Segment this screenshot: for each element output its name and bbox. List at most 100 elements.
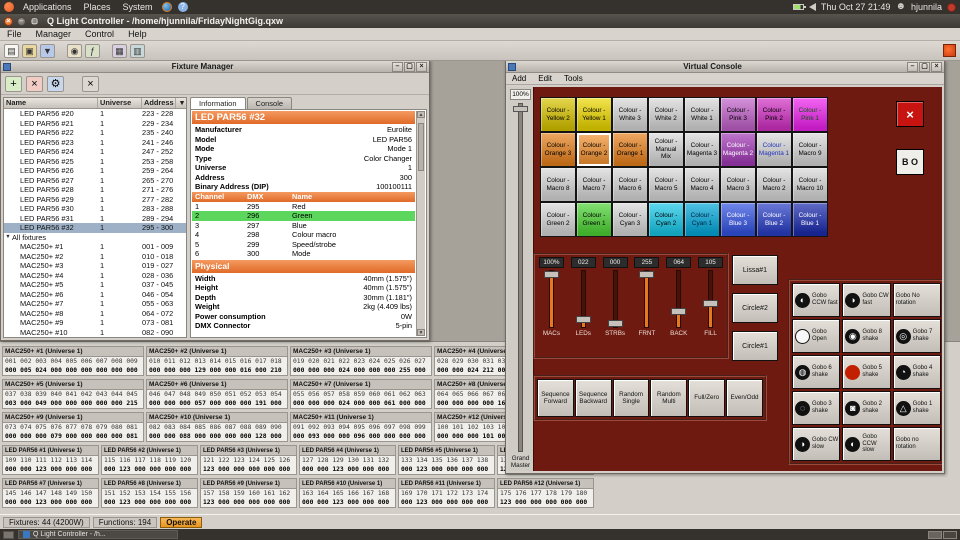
blackout-button[interactable]: B O <box>896 149 924 175</box>
vc-colour-button[interactable]: Colour - Magenta 3 <box>684 132 720 167</box>
column-address[interactable]: Address <box>142 98 176 108</box>
add-fixture-icon[interactable]: + <box>5 76 22 92</box>
fixture-row[interactable]: LED PAR56 #321295 - 300 <box>4 223 186 233</box>
fader-track[interactable] <box>581 270 586 328</box>
fixture-row[interactable]: MAC250+ #31019 - 027 <box>4 261 186 271</box>
vc-colour-button[interactable]: Colour - Blue 3 <box>720 202 756 237</box>
panic-button[interactable]: × <box>896 101 924 127</box>
user-icon[interactable]: ☻ <box>895 2 906 12</box>
vc-colour-button[interactable]: Colour - Macro 4 <box>684 167 720 202</box>
info-scrollbar[interactable]: ▲ ▼ <box>416 111 425 336</box>
vc-colour-button[interactable]: Colour - Manual Mix <box>648 132 684 167</box>
menu-help[interactable]: Help <box>121 29 154 39</box>
gobo-button[interactable]: ◑Gobo CW fast <box>842 283 890 317</box>
monitor-icon[interactable]: ▥ <box>130 44 145 58</box>
fixture-row[interactable]: LED PAR56 #281271 - 276 <box>4 185 186 195</box>
fader-track[interactable] <box>549 270 554 328</box>
gobo-button[interactable]: ◔Gobo 4 shake <box>893 355 941 389</box>
grand-master-handle[interactable] <box>513 106 528 112</box>
fixture-row[interactable]: LED PAR56 #201223 - 228 <box>4 109 186 119</box>
fixture-row[interactable]: MAC250+ #71055 - 063 <box>4 299 186 309</box>
vc-colour-button[interactable]: Colour - Cyan 3 <box>612 202 648 237</box>
fixture-row[interactable]: LED PAR56 #311289 - 294 <box>4 214 186 224</box>
cue-button-circle-2[interactable]: Circle#2 <box>732 293 778 323</box>
fader-handle[interactable] <box>544 271 559 278</box>
vc-colour-button[interactable]: Colour - Orange 1 <box>612 132 648 167</box>
fixtures-icon[interactable]: ◉ <box>67 44 82 58</box>
sequence-button-full-zero[interactable]: Full/Zero <box>688 379 725 417</box>
cue-button-lissa-1[interactable]: Lissa#1 <box>732 255 778 285</box>
menu-control[interactable]: Control <box>78 29 121 39</box>
vc-close-button[interactable]: × <box>931 62 942 72</box>
fixture-row[interactable]: MAC250+ #61046 - 054 <box>4 290 186 300</box>
fixture-manager-titlebar[interactable]: Fixture Manager – ▢ × <box>1 61 429 73</box>
vc-minimize-button[interactable]: – <box>907 62 918 72</box>
volume-icon[interactable] <box>809 3 816 11</box>
fixture-row[interactable]: LED PAR56 #221235 - 240 <box>4 128 186 138</box>
window-maximize-button[interactable]: ▢ <box>30 17 39 26</box>
tree-header-menu-button[interactable]: ▾ <box>176 98 186 108</box>
vc-colour-button[interactable]: Colour - White 1 <box>684 97 720 132</box>
vc-colour-button[interactable]: Colour - Macro 7 <box>576 167 612 202</box>
clock[interactable]: Thu Oct 27 21:49 <box>821 2 891 12</box>
scroll-up-icon[interactable]: ▲ <box>417 111 425 118</box>
fixture-row[interactable]: MAC250+ #81064 - 072 <box>4 309 186 319</box>
gobo-button[interactable]: Gobo no rotation <box>893 427 941 461</box>
fixture-row[interactable]: MAC250+ #11001 - 009 <box>4 242 186 252</box>
menu-manager[interactable]: Manager <box>29 29 79 39</box>
gobo-button[interactable]: ◌Gobo 3 shake <box>792 391 840 425</box>
scroll-down-icon[interactable]: ▼ <box>417 329 425 336</box>
fixture-row[interactable]: LED PAR56 #261259 - 264 <box>4 166 186 176</box>
fader-handle[interactable] <box>608 320 623 327</box>
system-menu[interactable]: System <box>120 2 156 12</box>
vc-colour-button[interactable]: Colour - Cyan 1 <box>684 202 720 237</box>
grand-master-slider[interactable] <box>518 103 523 452</box>
places-menu[interactable]: Places <box>81 2 114 12</box>
gobo-button[interactable]: ◑Gobo CW slow <box>792 427 840 461</box>
fixture-row[interactable]: LED PAR56 #291277 - 282 <box>4 195 186 205</box>
fader-handle[interactable] <box>671 308 686 315</box>
vc-colour-button[interactable]: Colour - Macro 2 <box>756 167 792 202</box>
fader-track[interactable] <box>708 270 713 328</box>
fixture-row[interactable]: MAC250+ #91073 - 081 <box>4 318 186 328</box>
username[interactable]: hjunnila <box>911 2 942 12</box>
column-name[interactable]: Name <box>4 98 98 108</box>
gobo-button[interactable]: Gobo No rotation <box>893 283 941 317</box>
vc-menu-edit[interactable]: Edit <box>532 74 558 83</box>
sequence-button-sequence-backward[interactable]: Sequence Backward <box>575 379 612 417</box>
fixture-row[interactable]: LED PAR56 #301283 - 288 <box>4 204 186 214</box>
gobo-button[interactable]: ◐Gobo CCW slow <box>842 427 890 461</box>
gobo-button[interactable]: △Gobo 1 shake <box>893 391 941 425</box>
gobo-button[interactable]: Gobo 5 shake <box>842 355 890 389</box>
workspace-1[interactable] <box>928 531 942 539</box>
sequence-button-sequence-forward[interactable]: Sequence Forward <box>537 379 574 417</box>
vc-colour-button[interactable]: Colour - Blue 1 <box>792 202 828 237</box>
vc-colour-button[interactable]: Colour - Pink 3 <box>720 97 756 132</box>
new-document-icon[interactable]: ▤ <box>4 44 19 58</box>
gobo-button[interactable]: ◎Gobo 7 shake <box>893 319 941 353</box>
distro-logo-icon[interactable] <box>4 2 14 12</box>
tab-console[interactable]: Console <box>247 97 293 109</box>
scrollbar-thumb[interactable] <box>418 123 424 171</box>
vc-colour-button[interactable]: Colour - Pink 1 <box>792 97 828 132</box>
tab-information[interactable]: Information <box>190 97 246 109</box>
vc-colour-button[interactable]: Colour - Orange 2 <box>576 132 612 167</box>
fixture-row[interactable]: LED PAR56 #231241 - 246 <box>4 138 186 148</box>
vc-colour-button[interactable]: Colour - Magenta 1 <box>756 132 792 167</box>
help-launcher-icon[interactable]: ? <box>178 2 188 12</box>
vc-colour-button[interactable]: Colour - Yellow 2 <box>540 97 576 132</box>
vc-colour-button[interactable]: Colour - White 2 <box>648 97 684 132</box>
save-document-icon[interactable]: ▼ <box>40 44 55 58</box>
cue-button-circle-1[interactable]: Circle#1 <box>732 331 778 361</box>
fm-close-button[interactable]: × <box>416 62 427 72</box>
vc-colour-button[interactable]: Colour - Macro 8 <box>540 167 576 202</box>
main-window-titlebar[interactable]: × – ▢ Q Light Controller - /home/hjunnil… <box>0 14 960 28</box>
fixture-row[interactable]: LED PAR56 #271265 - 270 <box>4 176 186 186</box>
vc-colour-button[interactable]: Colour - Yellow 1 <box>576 97 612 132</box>
vc-colour-button[interactable]: Colour - Macro 6 <box>612 167 648 202</box>
window-minimize-button[interactable]: – <box>17 17 26 26</box>
fixture-group-row[interactable]: ▼All fixtures <box>4 233 186 243</box>
vc-colour-button[interactable]: Colour - Macro 10 <box>792 167 828 202</box>
applications-menu[interactable]: Applications <box>20 2 75 12</box>
gobo-button[interactable]: ◐Gobo CCW fast <box>792 283 840 317</box>
